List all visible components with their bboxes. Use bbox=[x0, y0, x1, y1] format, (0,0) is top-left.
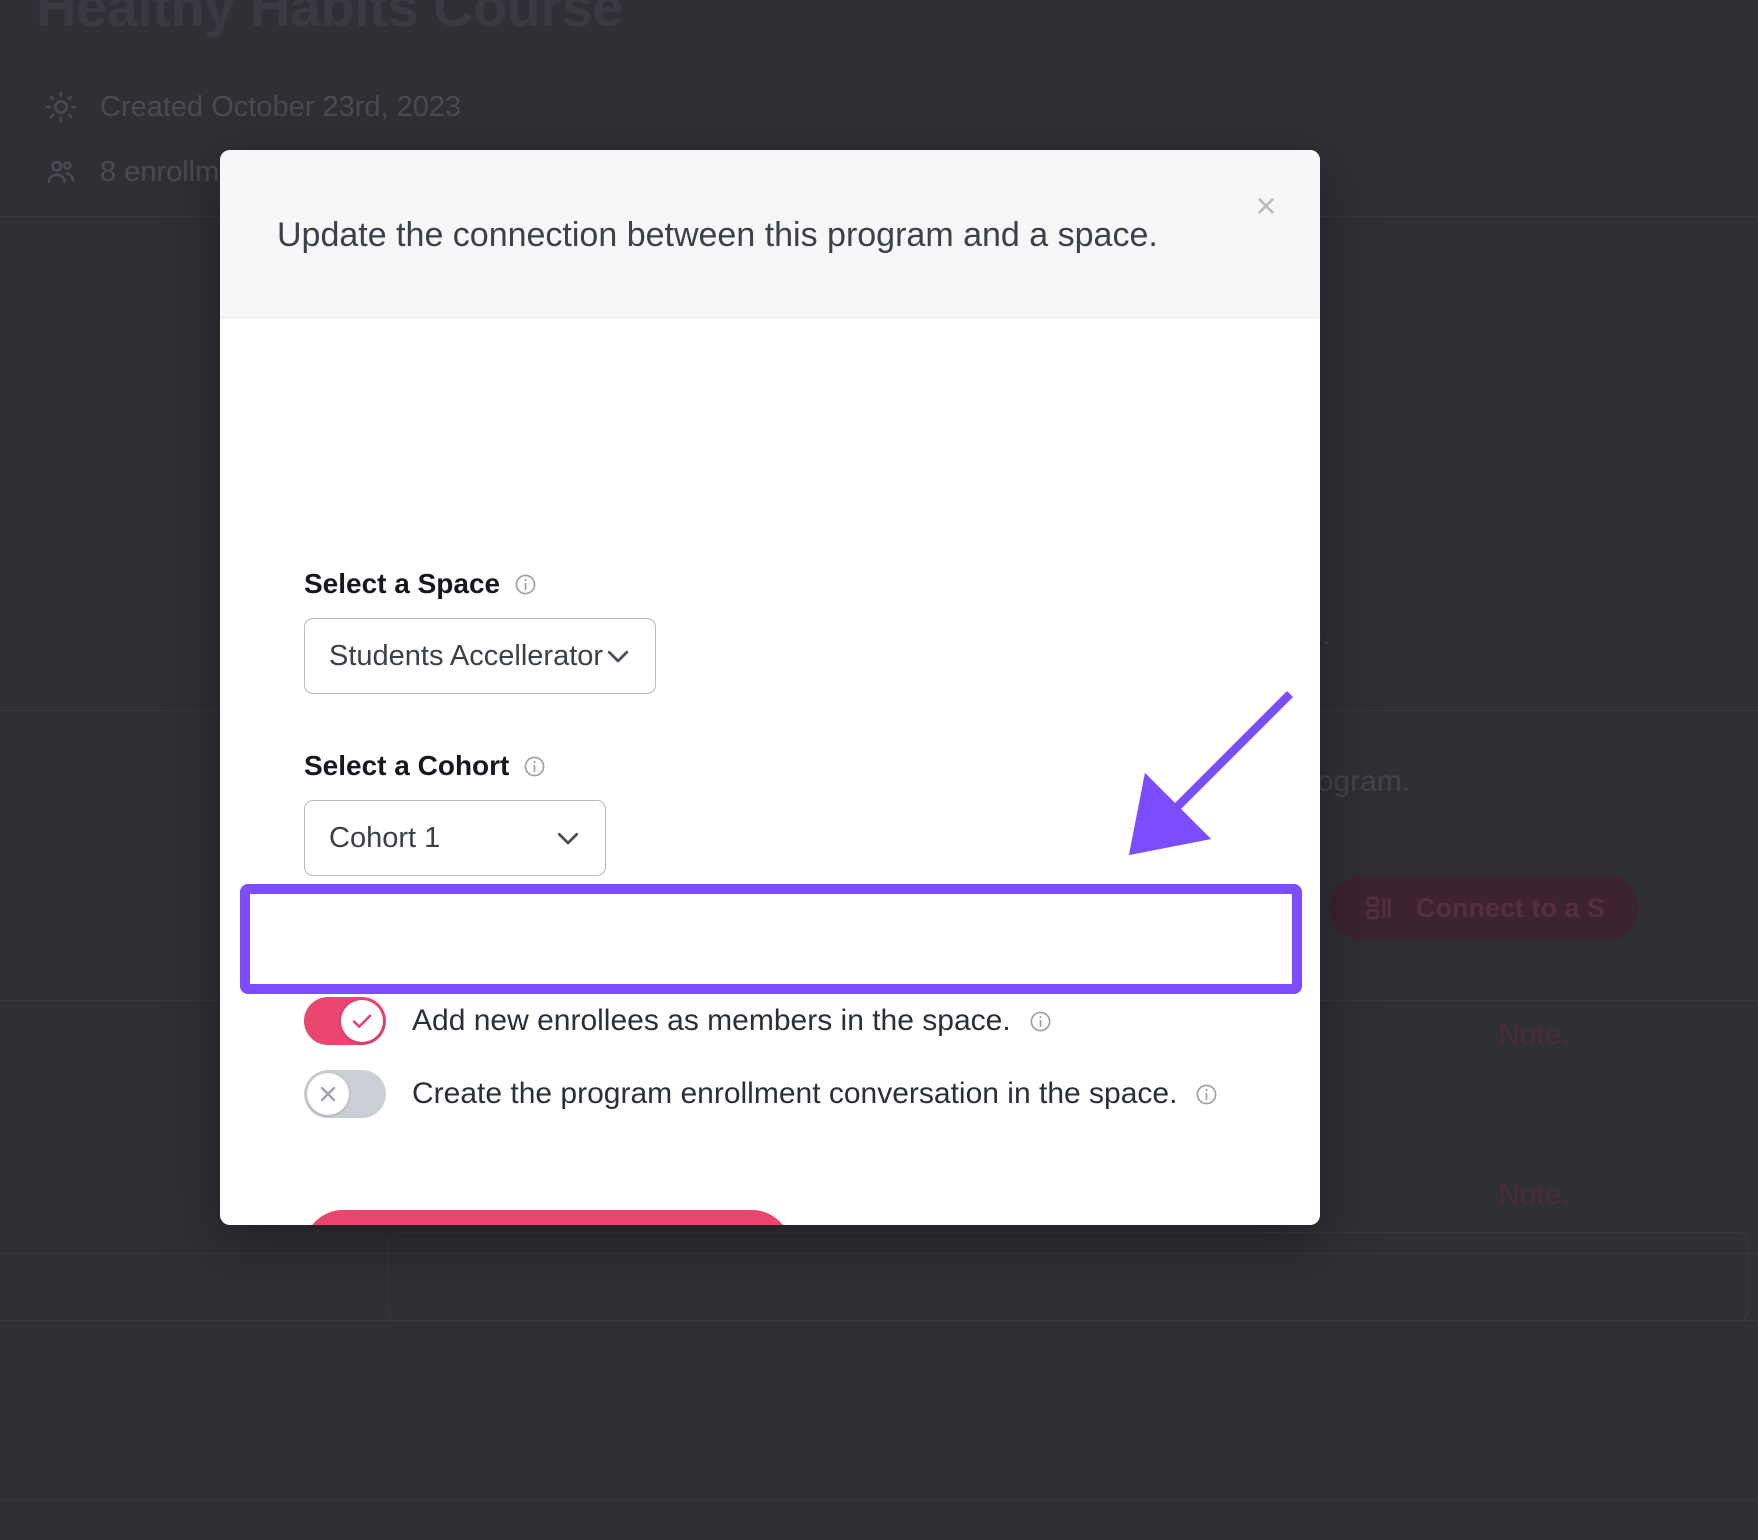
info-icon[interactable] bbox=[1195, 1083, 1218, 1106]
spaces-icon bbox=[1364, 893, 1394, 923]
toggle-row-create-conversation: Create the program enrollment conversati… bbox=[304, 1070, 1218, 1118]
modal-header: Update the connection between this progr… bbox=[220, 150, 1320, 318]
page-title: Healthy Habits Course bbox=[36, 0, 624, 38]
chevron-down-icon bbox=[553, 823, 583, 853]
toggle-label-row: Add new enrollees as members in the spac… bbox=[412, 1004, 1052, 1038]
select-cohort-field: Select a Cohort Cohort 1 bbox=[304, 750, 606, 876]
toggle-label-add-enrollees: Add new enrollees as members in the spac… bbox=[412, 1004, 1011, 1037]
people-icon bbox=[44, 155, 78, 189]
info-icon[interactable] bbox=[935, 939, 958, 962]
info-icon[interactable] bbox=[523, 755, 546, 778]
connect-to-space-label: Connect to a S bbox=[1416, 892, 1606, 923]
toggle-label-row: Let space members enroll themselves bbox=[412, 933, 958, 967]
info-icon[interactable] bbox=[1029, 1010, 1052, 1033]
close-icon[interactable]: × bbox=[1244, 184, 1288, 228]
select-space-label: Select a Space bbox=[304, 568, 501, 599]
select-space-field: Select a Space Students Accellerator bbox=[304, 568, 656, 694]
created-date-text: Created October 23rd, 2023 bbox=[100, 90, 462, 123]
chevron-down-icon bbox=[603, 641, 633, 671]
select-cohort-label-row: Select a Cohort bbox=[304, 750, 606, 782]
toggle-row-add-enrollees: Add new enrollees as members in the spac… bbox=[304, 997, 1052, 1045]
connect-to-space-button[interactable]: Connect to a S bbox=[1330, 876, 1640, 940]
update-space-connection-modal: Update the connection between this progr… bbox=[220, 150, 1320, 1225]
toggle-label-create-conversation: Create the program enrollment conversati… bbox=[412, 1077, 1178, 1110]
info-icon[interactable] bbox=[514, 573, 537, 596]
select-space-value: Students Accellerator bbox=[329, 639, 604, 672]
select-cohort-dropdown[interactable]: Cohort 1 bbox=[304, 800, 606, 876]
background-panel bbox=[388, 1232, 1748, 1322]
background-note: Note. bbox=[1498, 1178, 1570, 1211]
divider bbox=[0, 1500, 1758, 1501]
update-connection-button[interactable]: Update connection to Space bbox=[304, 1210, 792, 1225]
background-note: Note. bbox=[1498, 1018, 1570, 1051]
select-space-label-row: Select a Space bbox=[304, 568, 656, 600]
toggle-add-enrollees[interactable] bbox=[304, 997, 386, 1045]
select-cohort-value: Cohort 1 bbox=[329, 821, 441, 854]
toggle-row-enroll-themselves: Let space members enroll themselves bbox=[304, 926, 958, 974]
enrollments-text: 8 enrollm bbox=[100, 155, 220, 188]
toggle-enroll-themselves[interactable] bbox=[304, 926, 386, 974]
sun-icon bbox=[44, 90, 78, 124]
toggle-label-row: Create the program enrollment conversati… bbox=[412, 1077, 1218, 1111]
modal-title: Update the connection between this progr… bbox=[277, 216, 1158, 254]
toggle-knob bbox=[341, 929, 383, 971]
toggle-label-enroll-themselves: Let space members enroll themselves bbox=[412, 933, 918, 966]
select-cohort-label: Select a Cohort bbox=[304, 750, 510, 781]
toggle-knob bbox=[307, 1073, 349, 1115]
created-date-meta: Created October 23rd, 2023 bbox=[44, 90, 461, 124]
toggle-create-conversation[interactable] bbox=[304, 1070, 386, 1118]
toggle-knob bbox=[341, 1000, 383, 1042]
select-space-dropdown[interactable]: Students Accellerator bbox=[304, 618, 656, 694]
enrollments-meta: 8 enrollm bbox=[44, 155, 219, 189]
